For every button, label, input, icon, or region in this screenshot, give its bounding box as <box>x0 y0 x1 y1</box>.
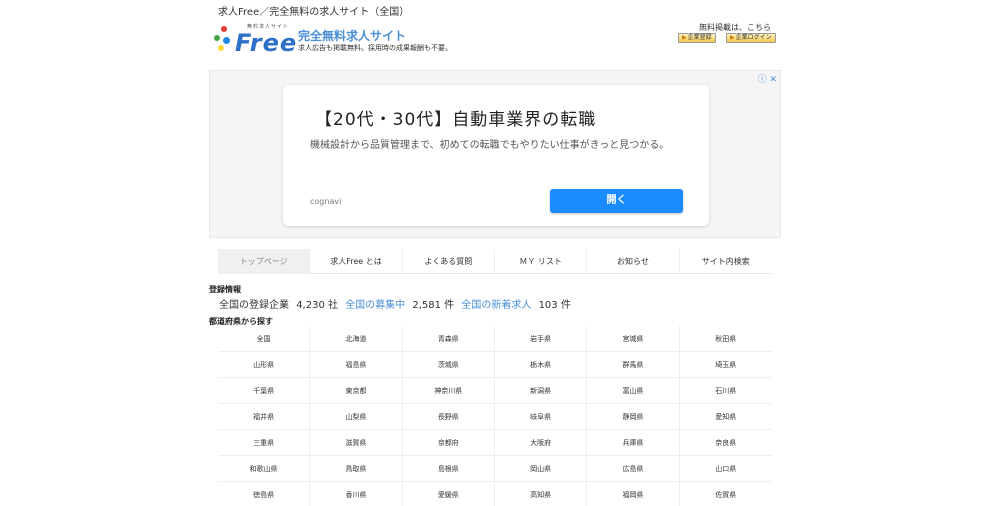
prefecture-link[interactable]: 佐賀県 <box>680 482 772 506</box>
prefecture-link[interactable]: 埼玉県 <box>679 352 772 378</box>
prefecture-link[interactable]: 岩手県 <box>494 326 588 352</box>
ad-banner: ⓘ ✕ 【20代・30代】自動車業界の転職 機械設計から品質管理まで、初めての転… <box>209 70 781 238</box>
prefecture-link[interactable]: 岡山県 <box>494 456 588 482</box>
recruiting-value: 2,581 件 <box>412 300 455 311</box>
arrow-right-icon: ▶ <box>682 34 687 41</box>
main-nav: トップページ 求人Free とは よくある質問 ＭＹ リスト お知らせ サイト内… <box>218 249 772 274</box>
prefecture-link[interactable]: 岐阜県 <box>494 404 588 430</box>
ad-card[interactable]: 【20代・30代】自動車業界の転職 機械設計から品質管理まで、初めての転職でもや… <box>283 85 709 226</box>
prefecture-link[interactable]: 青森県 <box>402 326 495 352</box>
prefecture-link[interactable]: 山形県 <box>218 352 311 378</box>
prefecture-link[interactable]: 宮城県 <box>587 326 680 352</box>
info-icon[interactable]: ⓘ <box>758 75 767 85</box>
recruiting-link[interactable]: 全国の募集中 <box>345 300 405 311</box>
nav-news[interactable]: お知らせ <box>587 249 680 274</box>
corp-register-button[interactable]: ▶企業登録 <box>678 33 716 43</box>
prefecture-link[interactable]: 長野県 <box>402 404 495 430</box>
new-jobs-value: 103 件 <box>538 300 571 311</box>
nav-top-page[interactable]: トップページ <box>218 249 311 274</box>
ad-open-button[interactable]: 開く <box>550 189 683 213</box>
prefecture-link[interactable]: 静岡県 <box>587 404 680 430</box>
nav-my-list[interactable]: ＭＹ リスト <box>495 249 588 274</box>
nav-about[interactable]: 求人Free とは <box>310 249 403 274</box>
prefecture-link[interactable]: 山梨県 <box>310 404 403 430</box>
site-logo[interactable]: 無料求人サイト Free <box>213 22 303 57</box>
prefecture-link[interactable]: 新潟県 <box>494 378 588 404</box>
prefecture-link[interactable]: 奈良県 <box>679 430 772 456</box>
prefecture-link[interactable]: 徳島県 <box>218 482 311 506</box>
new-jobs-link[interactable]: 全国の新着求人 <box>461 300 531 311</box>
prefecture-link[interactable]: 大阪府 <box>494 430 588 456</box>
prefecture-link[interactable]: 高知県 <box>495 482 588 506</box>
prefecture-link[interactable]: 全国 <box>218 326 311 352</box>
prefecture-link[interactable]: 香川県 <box>310 482 403 506</box>
arrow-right-icon: ▶ <box>730 34 735 41</box>
registration-title: 登録情報 <box>209 285 241 294</box>
prefecture-link[interactable]: 山口県 <box>679 456 772 482</box>
registration-stats: 全国の登録企業 4,230 社 全国の募集中 2,581 件 全国の新着求人 1… <box>219 296 575 311</box>
prefecture-link[interactable]: 栃木県 <box>494 352 588 378</box>
ad-source: cognavi <box>310 197 342 206</box>
prefecture-link[interactable]: 神奈川県 <box>402 378 495 404</box>
close-icon[interactable]: ✕ <box>769 75 777 85</box>
nav-site-search[interactable]: サイト内検索 <box>680 249 772 274</box>
prefecture-link[interactable]: 茨城県 <box>402 352 495 378</box>
companies-label: 全国の登録企業 <box>219 300 289 311</box>
prefecture-link[interactable]: 千葉県 <box>218 378 311 404</box>
prefecture-link[interactable]: 東京都 <box>310 378 403 404</box>
prefecture-link[interactable]: 広島県 <box>587 456 680 482</box>
page-title: 求人Free／完全無料の求人サイト（全国） <box>218 7 410 18</box>
prefecture-link[interactable]: 滋賀県 <box>310 430 403 456</box>
prefecture-link[interactable]: 石川県 <box>679 378 772 404</box>
site-name: 完全無料求人サイト <box>298 29 407 43</box>
prefecture-link[interactable]: 群馬県 <box>587 352 680 378</box>
site-tagline: 求人広告も掲載無料。採用時の成果報酬も不要。 <box>298 44 452 52</box>
companies-value: 4,230 社 <box>296 300 338 311</box>
prefecture-link[interactable]: 愛媛県 <box>403 482 495 506</box>
logo-dots-icon <box>213 26 235 52</box>
prefecture-link[interactable]: 北海道 <box>310 326 403 352</box>
prefecture-link[interactable]: 京都府 <box>402 430 495 456</box>
prefecture-link[interactable]: 和歌山県 <box>218 456 311 482</box>
prefecture-link[interactable]: 秋田県 <box>679 326 772 352</box>
prefecture-link[interactable]: 福島県 <box>310 352 403 378</box>
nav-faq[interactable]: よくある質問 <box>403 249 495 274</box>
prefecture-link[interactable]: 福岡県 <box>587 482 680 506</box>
ad-body: 機械設計から品質管理まで、初めての転職でもやりたい仕事がきっと見つかる。 <box>310 140 670 151</box>
prefecture-link[interactable]: 富山県 <box>587 378 680 404</box>
corp-label: 無料掲載は、こちら <box>699 23 771 32</box>
ad-controls: ⓘ ✕ <box>758 72 777 85</box>
prefecture-link[interactable]: 福井県 <box>218 404 311 430</box>
prefecture-link[interactable]: 愛知県 <box>679 404 772 430</box>
prefecture-link[interactable]: 鳥取県 <box>310 456 403 482</box>
ad-headline[interactable]: 【20代・30代】自動車業界の転職 <box>315 105 596 130</box>
prefecture-link[interactable]: 三重県 <box>218 430 311 456</box>
logo-word: Free <box>235 29 298 57</box>
prefecture-link[interactable]: 島根県 <box>402 456 495 482</box>
corp-login-button[interactable]: ▶企業ログイン <box>726 33 776 43</box>
prefecture-grid: 全国 北海道 青森県 岩手県 宮城県 秋田県山形県 福島県 茨城県 栃木県 群馬県 埼玉県千葉県 東京… <box>218 326 772 506</box>
prefecture-link[interactable]: 兵庫県 <box>587 430 680 456</box>
